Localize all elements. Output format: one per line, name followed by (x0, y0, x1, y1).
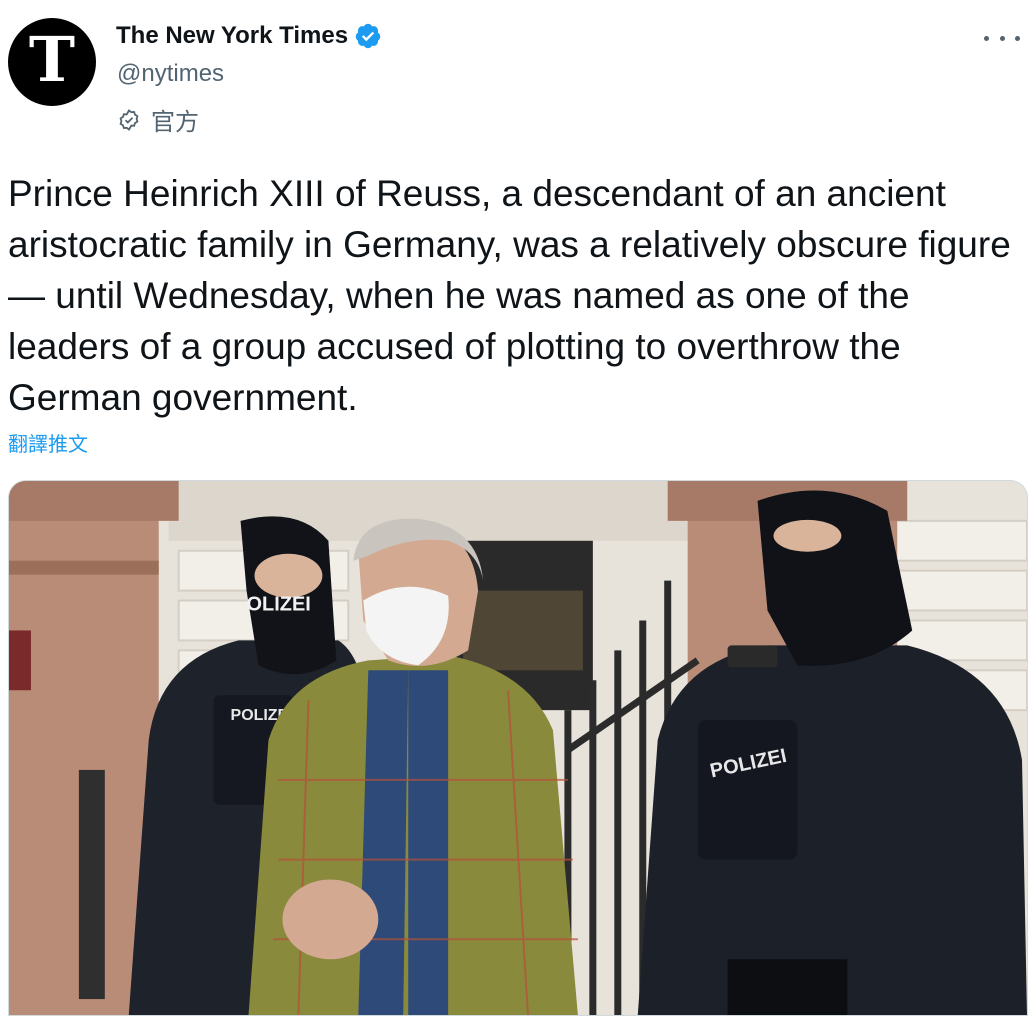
mask-label: OLIZEI (247, 594, 311, 616)
more-options-icon[interactable] (984, 26, 1020, 50)
account-avatar[interactable]: T (8, 18, 96, 106)
name-row: The New York Times (116, 22, 382, 50)
official-label: 官方 (117, 102, 199, 137)
official-label-icon (119, 108, 139, 131)
tweet-header: T The New York Times @nytimes 官方 (8, 16, 1028, 136)
avatar-logo: T (28, 23, 76, 96)
more-dot (1015, 35, 1020, 41)
tweet-photo[interactable]: POLIZEI OLIZEI POLIZEI (8, 480, 1028, 1016)
tweet-text: Prince Heinrich XIII of Reuss, a descend… (8, 173, 1011, 418)
more-dot (999, 35, 1005, 41)
photo-illustration: POLIZEI OLIZEI POLIZEI (9, 481, 1027, 1015)
account-handle[interactable]: @nytimes (117, 60, 224, 88)
more-dot (984, 35, 989, 41)
translate-tweet-link[interactable]: 翻譯推文 (8, 428, 88, 457)
official-label-text: 官方 (151, 109, 199, 136)
verified-badge-icon (355, 23, 381, 49)
account-name[interactable]: The New York Times (116, 22, 348, 50)
